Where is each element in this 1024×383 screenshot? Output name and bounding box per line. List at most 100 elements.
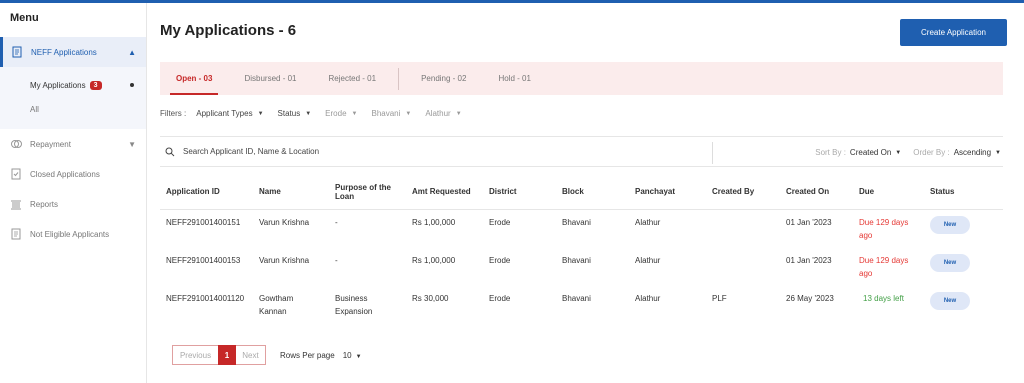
cell-created-by (706, 248, 780, 286)
menu-title: Menu (10, 12, 39, 24)
cell-purpose: - (335, 255, 338, 265)
cell-application-id: NEFF291001400153 (166, 255, 241, 265)
cell-name: Gowtham Kannan (259, 293, 294, 316)
status-badge[interactable]: New (930, 253, 970, 272)
sort-by-label: Sort By : (815, 148, 846, 157)
rows-per-page-label: Rows Per page (280, 350, 335, 360)
sidebar-item-reports[interactable]: Reports (0, 189, 146, 219)
rows-per-page-value: 10 (342, 350, 352, 360)
cell-name: Varun Krishna (259, 217, 310, 227)
applications-table: Application ID Name Purpose of the Loan … (160, 175, 1003, 324)
filter-panchayat[interactable]: Alathur ▼ (425, 109, 461, 118)
tab-hold[interactable]: Hold - 01 (482, 62, 546, 95)
order-by-label: Order By : (913, 148, 950, 157)
divider (712, 142, 713, 164)
main-content: My Applications - 6 Create Application O… (148, 3, 1024, 383)
pagination: Previous 1 Next Rows Per page 10 ▼ (172, 345, 362, 365)
cell-created-by: PLF (712, 293, 727, 303)
cell-name: Varun Krishna (259, 255, 310, 265)
tab-pending[interactable]: Pending - 02 (405, 62, 482, 95)
sidebar-subitem-label: My Applications (30, 80, 86, 90)
sidebar-subitem-label: All (30, 104, 39, 114)
active-dot-icon (130, 83, 134, 87)
filter-label: Status (277, 109, 301, 118)
table-row[interactable]: NEFF291001400153 Varun Krishna - Rs 1,00… (160, 248, 1003, 286)
sort-by-select[interactable]: Created On (850, 148, 891, 157)
column-header: Panchayat (629, 175, 706, 210)
cell-panchayat: Alathur (635, 293, 661, 303)
order-by-select[interactable]: Ascending (954, 148, 991, 157)
tab-open[interactable]: Open - 03 (160, 62, 228, 95)
filter-district[interactable]: Erode ▼ (325, 109, 357, 118)
sidebar-item-label: NEFF Applications (31, 47, 97, 57)
caret-down-icon[interactable]: ▼ (995, 150, 1001, 156)
filter-status[interactable]: Status ▼ (278, 109, 312, 118)
cell-block: Bhavani (562, 217, 591, 227)
cell-due: Due 129 days ago (859, 255, 909, 278)
count-badge: 3 (89, 80, 102, 90)
rows-per-page-select[interactable]: 10 ▼ (343, 351, 362, 360)
caret-down-icon[interactable]: ▼ (128, 140, 136, 149)
repayment-icon (11, 140, 22, 148)
cell-purpose: Business Expansion (335, 293, 373, 316)
cell-panchayat: Alathur (635, 217, 661, 227)
column-header: Status (924, 175, 1003, 210)
caret-up-icon[interactable]: ▲ (128, 48, 136, 57)
sidebar-item-label: Repayment (30, 139, 71, 149)
search-icon (165, 147, 175, 156)
cell-created-on: 26 May '2023 (786, 293, 834, 303)
cell-created-on: 01 Jan '2023 (786, 217, 832, 227)
filter-label: Alathur (425, 109, 451, 118)
sidebar: Menu NEFF Applications ▲ My Applications… (0, 3, 147, 383)
search-input[interactable] (183, 147, 683, 156)
table-header-row: Application ID Name Purpose of the Loan … (160, 175, 1003, 210)
create-application-button[interactable]: Create Application (900, 19, 1007, 46)
caret-down-icon[interactable]: ▼ (895, 150, 901, 156)
caret-down-icon: ▼ (355, 353, 362, 360)
tab-disbursed[interactable]: Disbursed - 01 (228, 62, 312, 95)
sidebar-item-closed-applications[interactable]: Closed Applications (0, 159, 146, 189)
cell-district: Erode (489, 217, 511, 227)
sidebar-item-label: Reports (30, 199, 59, 209)
sidebar-item-neff-applications[interactable]: NEFF Applications ▲ (0, 37, 146, 67)
column-header: Name (253, 175, 329, 210)
cell-status: New (924, 209, 1003, 248)
cell-panchayat: Alathur (635, 255, 661, 265)
status-badge[interactable]: New (930, 215, 970, 234)
cell-amount: Rs 1,00,000 (412, 255, 456, 265)
table-row[interactable]: NEFF2910014001120 Gowtham Kannan Busines… (160, 286, 1003, 324)
column-header: Block (556, 175, 629, 210)
cell-purpose: - (335, 217, 338, 227)
cell-status: New (924, 248, 1003, 286)
cell-application-id: NEFF291001400151 (166, 217, 241, 227)
column-header: Application ID (160, 175, 253, 210)
filter-applicant-types[interactable]: Applicant Types ▼ (196, 109, 263, 118)
sidebar-subitem-all[interactable]: All (0, 97, 146, 121)
caret-down-icon: ▼ (305, 110, 312, 117)
tab-rejected[interactable]: Rejected - 01 (312, 62, 392, 95)
cell-block: Bhavani (562, 293, 591, 303)
cell-district: Erode (489, 255, 511, 265)
sidebar-item-not-eligible-applicants[interactable]: Not Eligible Applicants (0, 219, 146, 249)
caret-down-icon: ▼ (257, 110, 264, 117)
column-header: Due (853, 175, 924, 210)
cell-status: New (924, 286, 1003, 324)
sort-controls: Sort By : Created On ▼ Order By : Ascend… (815, 137, 1003, 168)
cell-created-by (706, 209, 780, 248)
next-page-button[interactable]: Next (236, 345, 266, 365)
sidebar-item-repayment[interactable]: Repayment ▼ (0, 129, 146, 159)
document-icon (12, 46, 22, 58)
checklist-icon (11, 168, 21, 180)
page-number-button[interactable]: 1 (218, 345, 236, 365)
status-badge[interactable]: New (930, 291, 970, 310)
sidebar-subitem-my-applications[interactable]: My Applications 3 (0, 73, 146, 97)
cell-due: 13 days left (863, 293, 904, 303)
document-icon (11, 228, 21, 240)
table-row[interactable]: NEFF291001400151 Varun Krishna - Rs 1,00… (160, 209, 1003, 248)
filter-label: Bhavani (371, 109, 401, 118)
cell-created-on: 01 Jan '2023 (786, 255, 832, 265)
previous-page-button[interactable]: Previous (172, 345, 218, 365)
filter-block[interactable]: Bhavani ▼ (371, 109, 411, 118)
cell-application-id: NEFF2910014001120 (166, 293, 245, 303)
page-title: My Applications - 6 (160, 22, 297, 39)
